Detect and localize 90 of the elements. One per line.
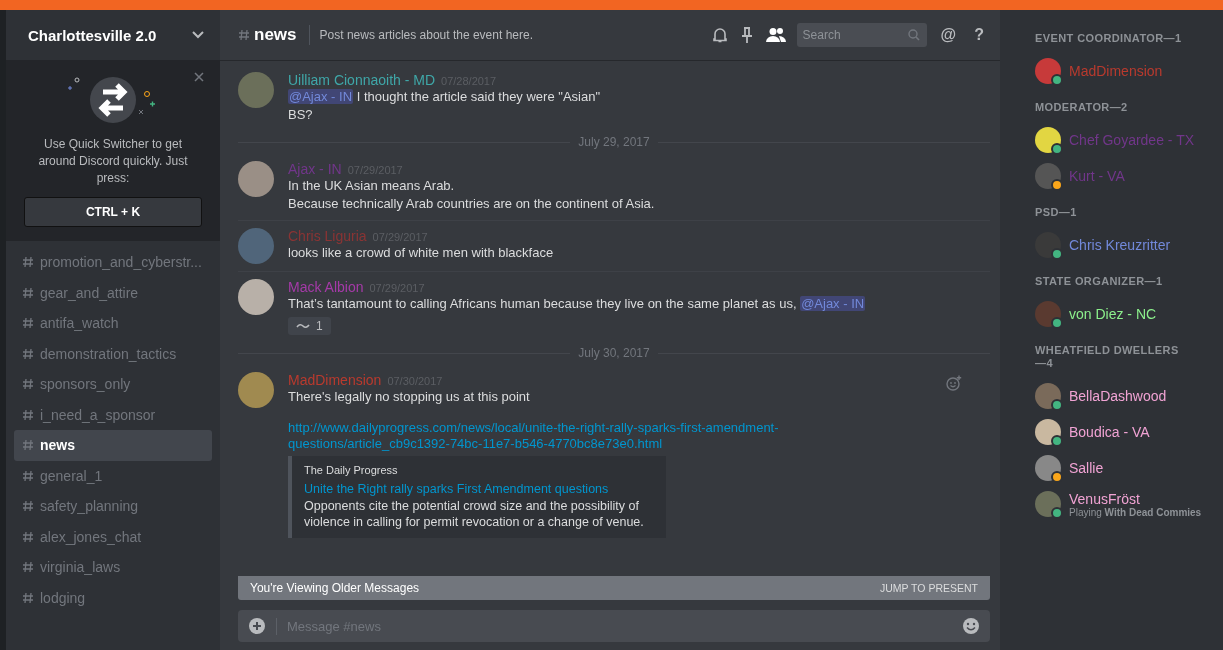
message-author[interactable]: MadDimension: [288, 372, 382, 388]
embed-provider: The Daily Progress: [304, 464, 399, 476]
member-group-heading: STATE ORGANIZER—1: [1035, 275, 1164, 288]
hash-icon: [22, 256, 34, 269]
user-avatar[interactable]: [238, 161, 274, 197]
hash-icon: [22, 591, 34, 604]
hash-icon: [22, 561, 34, 574]
search-icon: [907, 29, 920, 41]
message-text: looks like a crowd of white men with blackface: [288, 244, 555, 262]
member-name[interactable]: Chef Goyardee - TX: [1069, 132, 1195, 148]
user-mention-link[interactable]: @Ajax - IN: [288, 89, 354, 104]
close-icon[interactable]: [194, 72, 204, 82]
plus-circle-icon[interactable]: [248, 617, 266, 635]
member-name[interactable]: Boudica - VA: [1069, 424, 1150, 440]
channel-topic: Post news articles about the event here.: [319, 28, 534, 42]
reaction-button[interactable]: 1: [288, 317, 331, 335]
banner-text: You're Viewing Older Messages: [250, 581, 420, 595]
channel-item[interactable]: promotion_and_cyberstr...: [14, 247, 212, 278]
hash-icon: [22, 286, 34, 299]
member-group-heading: PSD—1: [1035, 206, 1078, 219]
member-name[interactable]: MadDimension: [1069, 63, 1163, 79]
member-group-heading: EVENT COORDINATOR—1: [1035, 32, 1183, 45]
member-avatar[interactable]: [1035, 455, 1061, 481]
mentions-button[interactable]: @: [936, 26, 961, 44]
hash-icon: [22, 439, 34, 452]
member-avatar[interactable]: [1035, 419, 1061, 445]
member-name[interactable]: Chris Kreuzritter: [1069, 237, 1171, 253]
member-name[interactable]: Kurt - VA: [1069, 168, 1125, 184]
hash-icon: [22, 469, 34, 482]
server-header[interactable]: Charlottesville 2.0: [6, 10, 220, 60]
message-text: There's legally no stopping us at this point: [288, 388, 531, 406]
member-avatar[interactable]: [1035, 301, 1061, 327]
shortcut-button[interactable]: CTRL + K: [24, 197, 202, 227]
message-text: @Ajax - IN I thought the article said they were "Asian": [288, 88, 602, 106]
channel-item[interactable]: demonstration_tactics: [14, 338, 212, 369]
channel-item[interactable]: gear_and_attire: [14, 277, 212, 308]
embed-description: Opponents cite the potential crowd size and the possibility of violence in calling for permit revocation or a change of venue.: [304, 498, 645, 530]
channel-item[interactable]: virginia_laws: [14, 552, 212, 583]
chevron-down-icon: [192, 31, 204, 39]
channel-item[interactable]: i_need_a_sponsor: [14, 399, 212, 430]
channel-item[interactable]: alex_jones_chat: [14, 521, 212, 552]
message-text: BS?: [288, 106, 314, 124]
add-reaction-icon[interactable]: [946, 375, 962, 391]
member-avatar[interactable]: [1035, 232, 1061, 258]
date-divider: July 29, 2017: [238, 135, 990, 149]
bell-icon[interactable]: [710, 26, 729, 44]
hash-icon: [22, 378, 34, 391]
member-avatar[interactable]: [1035, 58, 1061, 84]
member-name[interactable]: BellaDashwood: [1069, 388, 1167, 404]
member-name[interactable]: VenusFröst: [1069, 490, 1202, 507]
jump-to-present-button[interactable]: JUMP TO PRESENT: [879, 582, 978, 594]
user-avatar[interactable]: [238, 372, 274, 408]
hash-icon: [22, 317, 34, 330]
member-avatar[interactable]: [1035, 163, 1061, 189]
article-link[interactable]: http://www.dailyprogress.com/news/local/unite-the-right-rally-sparks-first-amendment-questions/article_cb9c1392-74bc-11e7-b546-4770bc8e73e0.html: [288, 420, 858, 452]
hash-icon: [238, 29, 250, 41]
user-mention-link[interactable]: @Ajax - IN: [800, 296, 866, 311]
members-icon[interactable]: [764, 27, 787, 43]
member-avatar[interactable]: [1035, 127, 1061, 153]
member-group-heading: MODERATOR—2: [1035, 101, 1129, 114]
hash-icon: [22, 347, 34, 360]
member-avatar[interactable]: [1035, 383, 1061, 409]
member-group-heading: WHEATFIELD DWELLERS—4: [1035, 344, 1180, 370]
date-divider: July 30, 2017: [238, 346, 990, 360]
member-avatar[interactable]: [1035, 491, 1061, 517]
channel-item[interactable]: antifa_watch: [14, 308, 212, 339]
embed-title-link[interactable]: Unite the Right rally sparks First Amendment questions: [304, 482, 654, 496]
user-avatar[interactable]: [238, 279, 274, 315]
hash-icon: [22, 530, 34, 543]
message-author[interactable]: Uilliam Cionnaoith - MD: [288, 72, 436, 88]
quick-switcher-hint: Use Quick Switcher to get around Discord quickly. Just press:: [37, 136, 189, 187]
message-text: Because technically Arab countries are on the continent of Asia.: [288, 195, 656, 213]
channel-item[interactable]: news: [14, 430, 212, 461]
message-text: That’s tantamount to calling Africans human because they live on the same planet as us, @Ajax - IN: [288, 295, 867, 313]
message-text: In the UK Asian means Arab.: [288, 177, 456, 195]
member-name[interactable]: Sallie: [1069, 460, 1104, 476]
wave-icon: [296, 322, 310, 330]
channel-title: news: [254, 25, 297, 45]
hash-icon: [22, 408, 34, 421]
help-button[interactable]: ?: [970, 26, 988, 44]
channel-item[interactable]: lodging: [14, 582, 212, 613]
search-field[interactable]: Search: [796, 23, 927, 47]
hash-icon: [22, 500, 34, 513]
channel-item[interactable]: safety_planning: [14, 491, 212, 522]
channel-item[interactable]: sponsors_only: [14, 369, 212, 400]
emoji-icon[interactable]: [962, 617, 980, 635]
message-author[interactable]: Mack Albion: [288, 279, 364, 295]
member-name[interactable]: von Diez - NC: [1069, 306, 1157, 322]
member-activity: Playing With Dead Commies: [1069, 506, 1202, 518]
channel-item[interactable]: general_1: [14, 460, 212, 491]
